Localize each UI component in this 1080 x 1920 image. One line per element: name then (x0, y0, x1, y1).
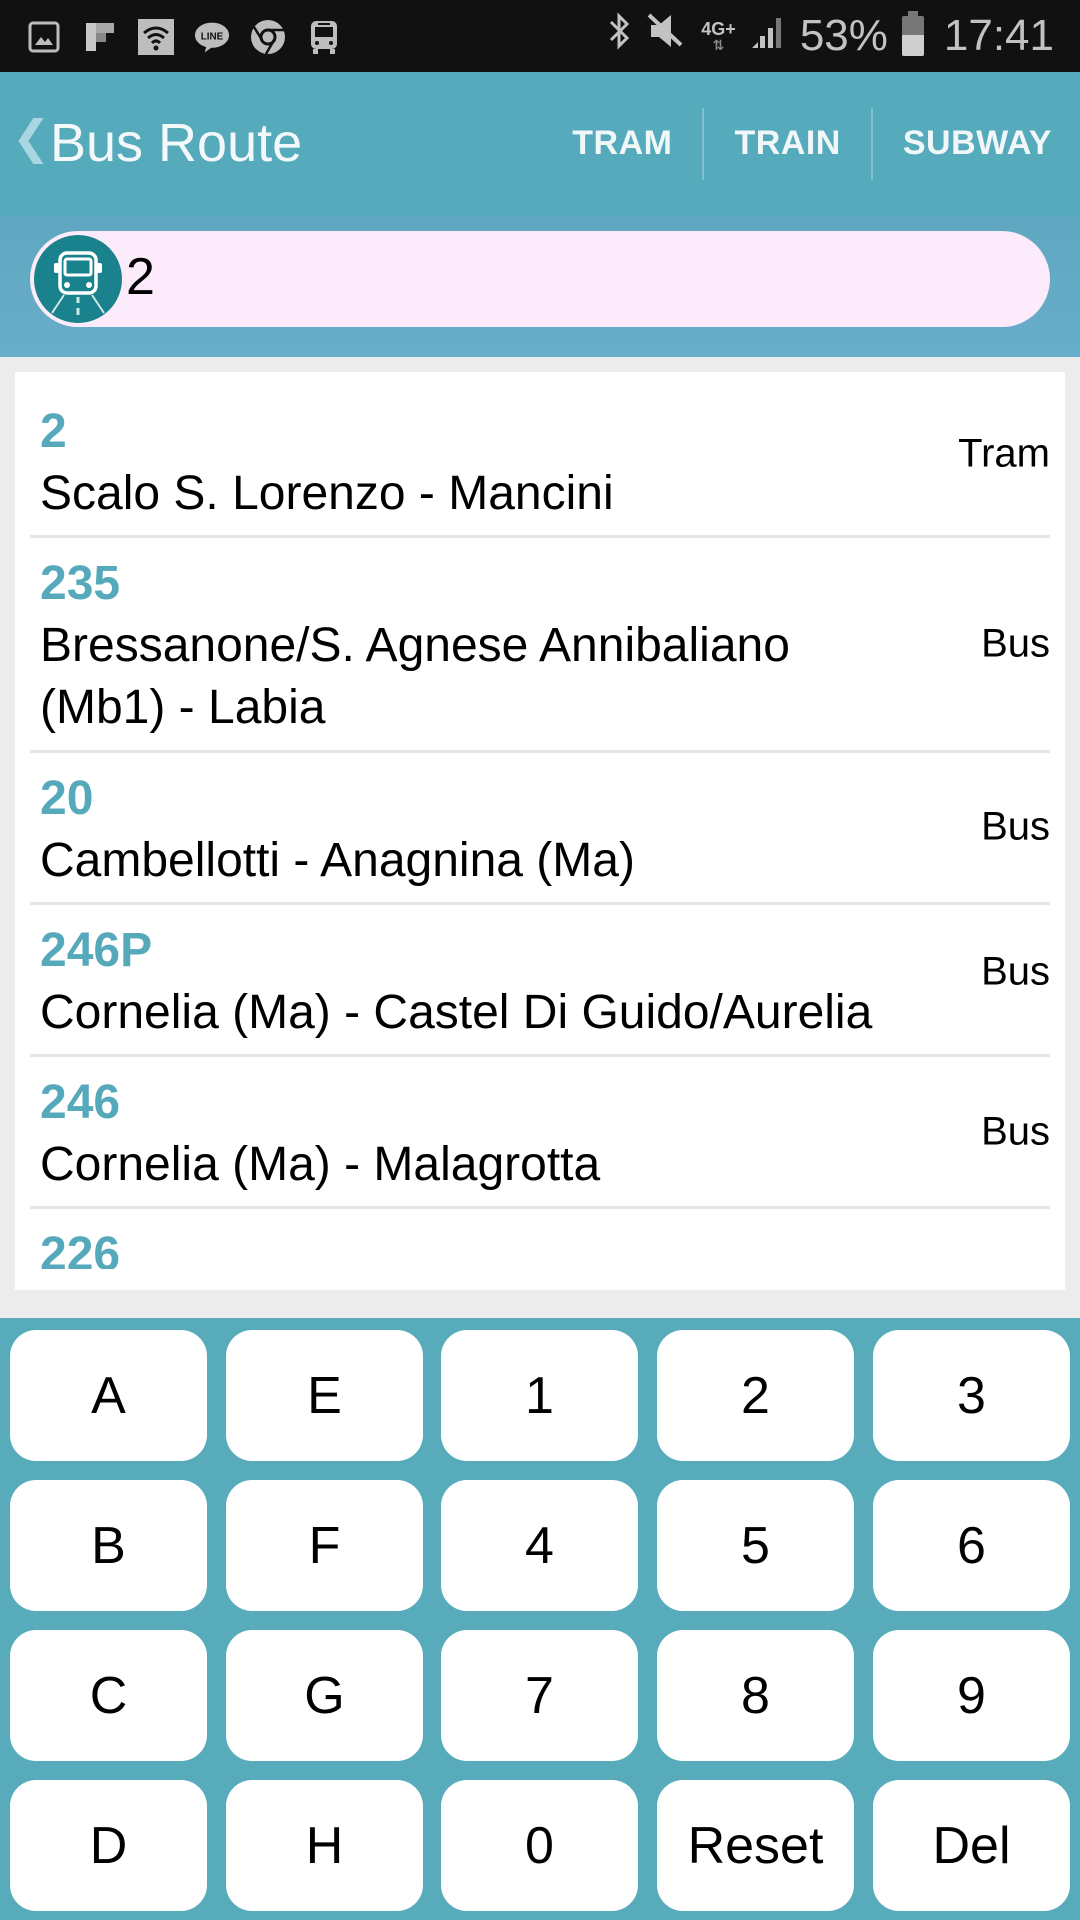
route-type: Bus (981, 804, 1050, 849)
key-5[interactable]: 5 (657, 1480, 854, 1611)
status-bar: LINE 4G+ ⇅ 53% 17:41 (0, 0, 1080, 72)
route-name: Bressanone/S. Agnese Annibaliano (Mb1) -… (40, 618, 790, 735)
key-3[interactable]: 3 (873, 1330, 1070, 1461)
gallery-icon (26, 19, 62, 55)
key-6[interactable]: 6 (873, 1480, 1070, 1611)
route-type: Tram (958, 431, 1050, 476)
mute-icon (647, 11, 687, 62)
route-item[interactable]: 246 Cornelia (Ma) - Malagrotta Bus (30, 1057, 1050, 1210)
route-number: 235 (40, 557, 121, 611)
line-icon: LINE (194, 19, 230, 55)
route-number: 226 (40, 1228, 121, 1270)
notification-icons: LINE (26, 14, 342, 60)
route-type: Bus (981, 949, 1050, 994)
key-h[interactable]: H (226, 1780, 423, 1911)
route-item[interactable]: 246P Cornelia (Ma) - Castel Di Guido/Aur… (30, 905, 1050, 1058)
network-4g-icon: 4G+ ⇅ (701, 19, 736, 53)
bluetooth-icon (607, 11, 633, 62)
battery-level (901, 34, 924, 56)
search-area (0, 215, 1080, 357)
app-header: ❮ Bus Route TRAM TRAIN SUBWAY (0, 72, 1080, 215)
bus-icon (306, 19, 342, 55)
route-item[interactable]: 2 Scalo S. Lorenzo - Mancini Tram (30, 372, 1050, 539)
svg-text:LINE: LINE (201, 32, 224, 43)
flipboard-icon (82, 19, 118, 55)
route-search-field[interactable] (30, 231, 1050, 327)
key-e[interactable]: E (226, 1330, 423, 1461)
battery-percent: 53% (799, 11, 888, 60)
route-list: 2 Scalo S. Lorenzo - Mancini Tram 235 Br… (15, 372, 1065, 1290)
route-number: 2 (40, 405, 67, 458)
page-title[interactable]: Bus Route (50, 113, 302, 173)
system-status: 4G+ ⇅ 53% 17:41 (607, 0, 1054, 72)
signal-icon (750, 11, 786, 61)
route-number: 20 (40, 771, 94, 825)
search-input[interactable] (126, 249, 1006, 307)
key-4[interactable]: 4 (441, 1480, 638, 1611)
delete-button[interactable]: Del (873, 1780, 1070, 1911)
key-b[interactable]: B (10, 1480, 207, 1611)
reset-button[interactable]: Reset (657, 1780, 854, 1911)
bus-icon (34, 235, 122, 323)
battery-icon (901, 11, 924, 56)
route-keypad: A E 1 2 3 B F 4 5 6 C G 7 8 9 D H 0 Rese… (0, 1318, 1080, 1920)
transport-tabs: TRAM TRAIN SUBWAY (542, 72, 1080, 215)
key-9[interactable]: 9 (873, 1630, 1070, 1761)
key-2[interactable]: 2 (657, 1330, 854, 1461)
chrome-icon (250, 19, 286, 55)
key-d[interactable]: D (10, 1780, 207, 1911)
wifi-icon (138, 19, 174, 55)
key-8[interactable]: 8 (657, 1630, 854, 1761)
route-name: Cornelia (Ma) - Malagrotta (40, 1137, 601, 1191)
route-number: 246 (40, 1076, 121, 1130)
key-7[interactable]: 7 (441, 1630, 638, 1761)
key-g[interactable]: G (226, 1630, 423, 1761)
tab-subway[interactable]: SUBWAY (873, 72, 1080, 215)
tab-train[interactable]: TRAIN (704, 72, 870, 215)
tab-tram[interactable]: TRAM (542, 72, 702, 215)
route-number: 246P (40, 923, 153, 977)
key-f[interactable]: F (226, 1480, 423, 1611)
route-item[interactable]: 226 (30, 1209, 1050, 1270)
clock: 17:41 (943, 11, 1054, 60)
key-1[interactable]: 1 (441, 1330, 638, 1461)
route-name: Scalo S. Lorenzo - Mancini (40, 466, 614, 520)
route-type: Bus (981, 621, 1050, 666)
route-name: Cambellotti - Anagnina (Ma) (40, 833, 635, 887)
route-item[interactable]: 20 Cambellotti - Anagnina (Ma) Bus (30, 753, 1050, 905)
key-0[interactable]: 0 (441, 1780, 638, 1911)
key-a[interactable]: A (10, 1330, 207, 1461)
route-name: Cornelia (Ma) - Castel Di Guido/Aurelia (40, 985, 873, 1039)
route-type: Bus (981, 1109, 1050, 1154)
back-chevron-icon[interactable]: ❮ (12, 114, 51, 160)
route-item[interactable]: 235 Bressanone/S. Agnese Annibaliano (Mb… (30, 538, 1050, 753)
key-c[interactable]: C (10, 1630, 207, 1761)
